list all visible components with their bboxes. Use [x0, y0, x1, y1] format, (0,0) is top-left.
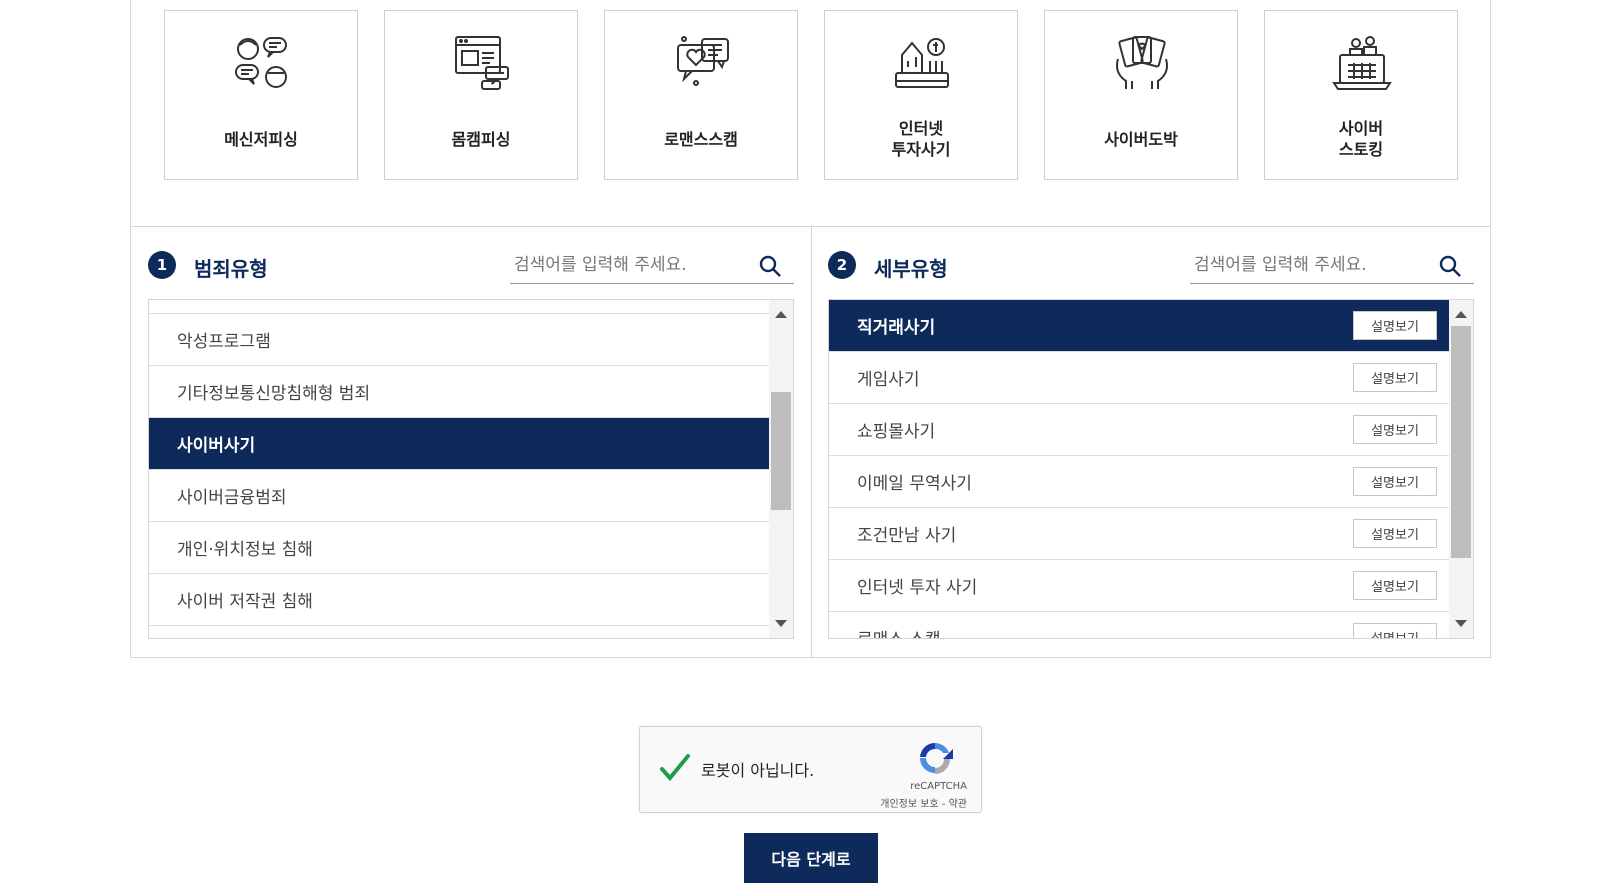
category-bodycam-phishing[interactable]: 몸캠피싱: [384, 10, 578, 180]
category-label: 로맨스스캠: [664, 129, 738, 149]
view-description-button[interactable]: 설명보기: [1353, 571, 1437, 600]
list-item-label: 쇼핑몰사기: [857, 422, 936, 442]
search-icon[interactable]: [1438, 254, 1462, 278]
scrollbar[interactable]: [1449, 300, 1473, 638]
step-number-badge: 1: [148, 251, 176, 279]
panel-divider: [811, 227, 812, 658]
list-item[interactable]: 개인·위치정보 침해: [149, 522, 769, 574]
panel-sub-type-header: 2 세부유형: [828, 236, 1476, 284]
scroll-down-arrow-icon[interactable]: [1455, 620, 1467, 627]
list-item-label: 직거래사기: [857, 318, 936, 338]
recaptcha-brand: reCAPTCHA: [910, 781, 967, 792]
gambling-cards-icon: [1116, 36, 1168, 89]
list-item-selected[interactable]: 사이버사기: [149, 418, 769, 470]
list-item[interactable]: 사이버 저작권 침해: [149, 574, 769, 626]
list-item[interactable]: 인터넷 투자 사기 설명보기: [829, 560, 1449, 612]
list-item[interactable]: 이메일 무역사기 설명보기: [829, 456, 1449, 508]
list-item[interactable]: [149, 300, 769, 314]
view-description-button[interactable]: 설명보기: [1353, 519, 1437, 548]
recaptcha-terms-link[interactable]: 개인정보 보호 - 약관: [880, 795, 967, 810]
crime-type-search: [510, 248, 794, 284]
view-description-button[interactable]: 설명보기: [1353, 311, 1437, 340]
scroll-up-arrow-icon[interactable]: [1455, 311, 1467, 318]
view-description-button[interactable]: 설명보기: [1353, 415, 1437, 444]
webcam-screen-icon: [455, 36, 509, 90]
next-step-button[interactable]: 다음 단계로: [744, 833, 878, 883]
list-item-label: 인터넷 투자 사기: [857, 578, 978, 598]
sub-type-search: [1190, 248, 1474, 284]
recaptcha-widget: 로봇이 아닙니다. reCAPTCHA 개인정보 보호 - 약관: [639, 726, 982, 813]
heart-message-icon: [677, 36, 729, 86]
search-icon[interactable]: [758, 254, 782, 278]
panel-title: 범죄유형: [194, 257, 268, 281]
panel-crime-type-header: 1 범죄유형: [148, 236, 796, 284]
category-grid: 메신저피싱 몸캠피싱 로맨스스캠 인터넷 투자사기 사이버도박 사이버 스토킹: [164, 10, 1460, 180]
list-item-label: 조건만남 사기: [857, 526, 957, 546]
list-item[interactable]: 악성프로그램: [149, 314, 769, 366]
step-number-badge: 2: [828, 251, 856, 279]
laptop-stalking-icon: [1332, 36, 1392, 90]
category-label: 인터넷 투자사기: [891, 119, 951, 159]
list-item-label: 게임사기: [857, 370, 920, 390]
list-item[interactable]: 조건만남 사기 설명보기: [829, 508, 1449, 560]
list-item[interactable]: 게임사기 설명보기: [829, 352, 1449, 404]
list-item-label: 이메일 무역사기: [857, 474, 972, 494]
category-cyber-stalking[interactable]: 사이버 스토킹: [1264, 10, 1458, 180]
scroll-down-arrow-icon[interactable]: [775, 620, 787, 627]
category-label: 메신저피싱: [224, 129, 298, 149]
category-romance-scam[interactable]: 로맨스스캠: [604, 10, 798, 180]
recaptcha-label: 로봇이 아닙니다.: [701, 761, 815, 780]
panel-title: 세부유형: [874, 257, 948, 281]
list-item[interactable]: 사이버금융범죄: [149, 470, 769, 522]
list-item[interactable]: 로맨스 스캠 설명보기: [829, 612, 1449, 638]
list-item[interactable]: 쇼핑몰사기 설명보기: [829, 404, 1449, 456]
scroll-up-arrow-icon[interactable]: [775, 311, 787, 318]
checkmark-icon[interactable]: [658, 751, 692, 785]
sub-type-list[interactable]: 직거래사기 설명보기 게임사기 설명보기 쇼핑몰사기 설명보기 이메일 무역사기…: [828, 299, 1474, 639]
crime-type-list[interactable]: 악성프로그램 기타정보통신망침해형 범죄 사이버사기 사이버금융범죄 개인·위치…: [148, 299, 794, 639]
sub-type-search-input[interactable]: [1190, 248, 1474, 282]
view-description-button[interactable]: 설명보기: [1353, 467, 1437, 496]
recaptcha-logo-icon: [920, 742, 953, 774]
category-label: 사이버도박: [1104, 129, 1178, 149]
scrollbar-thumb[interactable]: [771, 392, 791, 510]
view-description-button[interactable]: 설명보기: [1353, 623, 1437, 638]
list-item-label: 로맨스 스캠: [857, 625, 941, 638]
crime-type-search-input[interactable]: [510, 248, 794, 282]
scrollbar-thumb[interactable]: [1451, 326, 1471, 558]
view-description-button[interactable]: 설명보기: [1353, 363, 1437, 392]
scrollbar[interactable]: [769, 300, 793, 638]
category-cyber-gambling[interactable]: 사이버도박: [1044, 10, 1238, 180]
category-internet-investment-fraud[interactable]: 인터넷 투자사기: [824, 10, 1018, 180]
category-label: 사이버 스토킹: [1338, 119, 1384, 159]
investment-growth-icon: [895, 38, 949, 88]
messenger-chat-icon: [235, 37, 287, 88]
list-item-selected[interactable]: 직거래사기 설명보기: [829, 300, 1449, 352]
list-item[interactable]: 기타정보통신망침해형 범죄: [149, 366, 769, 418]
category-messenger-phishing[interactable]: 메신저피싱: [164, 10, 358, 180]
category-label: 몸캠피싱: [451, 129, 511, 149]
